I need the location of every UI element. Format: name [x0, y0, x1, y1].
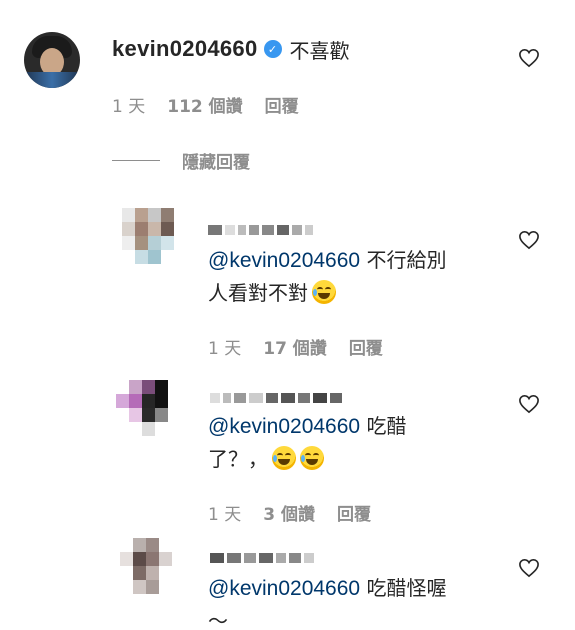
likes-count[interactable]: 3 個讚: [263, 500, 315, 525]
comment-thread: kevin0204660 ✓ 不喜歡 1 天 112 個讚 回覆 隱藏回覆 @k…: [0, 0, 575, 630]
likes-count[interactable]: 17 個讚: [263, 334, 327, 359]
avatar[interactable]: [24, 32, 80, 88]
reply-button[interactable]: 回覆: [349, 334, 383, 359]
face-with-tears-of-joy-icon: [300, 446, 324, 470]
timestamp[interactable]: 1 天: [112, 92, 145, 117]
likes-count[interactable]: 112 個讚: [167, 92, 242, 117]
reply-button[interactable]: 回覆: [337, 500, 371, 525]
verified-badge-icon: ✓: [263, 40, 282, 58]
divider: [112, 160, 160, 161]
comment-meta: 1 天 112 個讚 回覆: [112, 92, 299, 117]
avatar[interactable]: [122, 208, 174, 264]
face-with-tears-of-joy-icon: [312, 280, 336, 304]
avatar[interactable]: [120, 538, 172, 594]
reply-text: @kevin0204660 吃醋怪喔 ～: [208, 576, 447, 630]
comment-meta: 1 天 3 個讚 回覆: [208, 500, 371, 525]
blurred-username: [210, 552, 317, 564]
reply-button[interactable]: 回覆: [265, 92, 299, 117]
avatar[interactable]: [116, 380, 168, 436]
timestamp[interactable]: 1 天: [208, 334, 241, 359]
mention-link[interactable]: @kevin0204660: [208, 577, 360, 600]
blurred-username: [208, 224, 316, 236]
heart-outline-icon[interactable]: [518, 48, 540, 68]
comment-header: kevin0204660 ✓ 不喜歡: [112, 36, 350, 63]
hide-replies-label: 隱藏回覆: [182, 153, 250, 173]
reply-text: @kevin0204660 吃醋 了？，: [208, 414, 407, 471]
username-link[interactable]: kevin0204660: [112, 36, 258, 62]
heart-outline-icon[interactable]: [518, 230, 540, 250]
heart-outline-icon[interactable]: [518, 394, 540, 414]
hide-replies-button[interactable]: 隱藏回覆: [112, 148, 250, 173]
comment-text: 不喜歡: [289, 38, 350, 63]
face-with-tears-of-joy-icon: [272, 446, 296, 470]
reply-text: @kevin0204660 不行給別 人看對不對: [208, 248, 447, 305]
mention-link[interactable]: @kevin0204660: [208, 415, 360, 438]
mention-link[interactable]: @kevin0204660: [208, 249, 360, 272]
heart-outline-icon[interactable]: [518, 558, 540, 578]
blurred-username: [210, 392, 345, 404]
comment-meta: 1 天 17 個讚 回覆: [208, 334, 383, 359]
timestamp[interactable]: 1 天: [208, 500, 241, 525]
